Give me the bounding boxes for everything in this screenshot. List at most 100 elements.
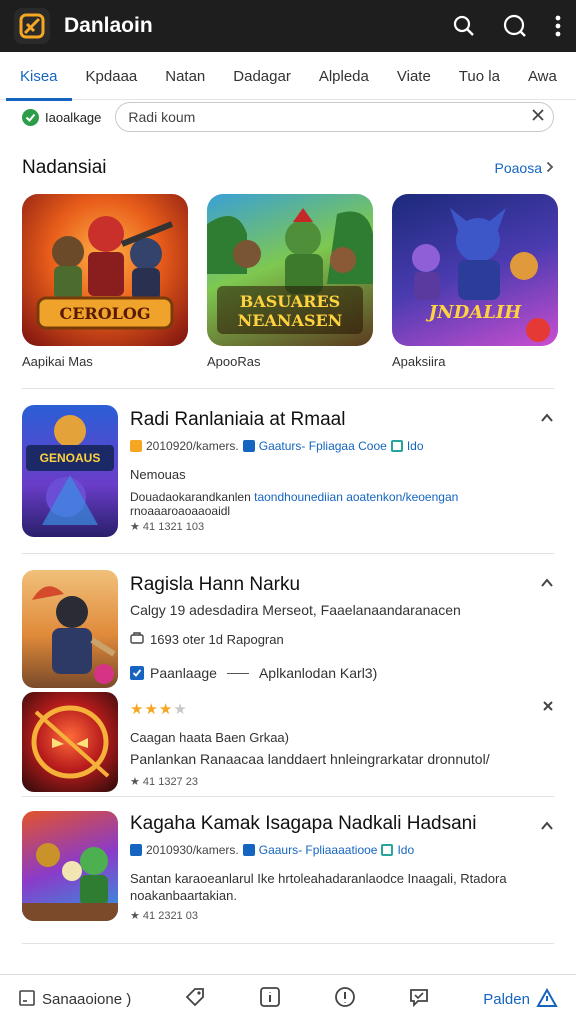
app-title: Kagaha Kamak Isagapa Nadkali Hadsani bbox=[130, 813, 477, 834]
featured-card[interactable]: JNDALIH Apaksiira bbox=[392, 194, 558, 370]
tab-7[interactable]: Awa bbox=[514, 52, 571, 100]
tab-0[interactable]: Kisea bbox=[6, 52, 72, 101]
check-circle-icon bbox=[22, 108, 39, 126]
list-item[interactable]: GENOAUS Radi Ranlaniaia at Rmaal 2010920… bbox=[0, 389, 576, 553]
featured-card[interactable]: BASUARES NEANASEN ApooRas bbox=[207, 194, 373, 370]
separator-line bbox=[226, 672, 249, 674]
page-icon bbox=[18, 989, 36, 1011]
bottom-nav-left[interactable]: Sanaaoione ) bbox=[18, 989, 131, 1011]
meta-left: 2010920/kamers. bbox=[146, 439, 239, 453]
app-title: Ragisla Hann Narku bbox=[130, 574, 301, 595]
featured-art-image: CEROLOG bbox=[22, 194, 188, 346]
list-item[interactable]: ★★★★ Caagan haata Baen Grkaa) Panlankan … bbox=[0, 684, 576, 796]
info-circle-icon[interactable] bbox=[334, 986, 356, 1013]
app-description: Douadaokarandkanlen taondhounediian aoat… bbox=[130, 490, 554, 504]
section-header: Nadansiai Poaosa bbox=[22, 150, 554, 186]
star-rating: ★★★★ bbox=[130, 701, 188, 718]
checkbox-icon bbox=[130, 844, 142, 856]
verified-label: Iaoalkage bbox=[45, 109, 102, 125]
alert-triangle-icon bbox=[536, 987, 558, 1012]
tab-6[interactable]: Tuo la bbox=[445, 52, 514, 100]
featured-label: Aapikai Mas bbox=[22, 354, 93, 369]
app-rating: ★ 41 2321 03 bbox=[130, 910, 198, 922]
close-icon[interactable] bbox=[542, 696, 554, 717]
app-title: Danlaoin bbox=[64, 14, 153, 37]
search-alt-icon[interactable] bbox=[502, 13, 528, 39]
tab-2[interactable]: Natan bbox=[151, 52, 219, 100]
search-icon[interactable] bbox=[452, 14, 476, 38]
bottom-nav-right[interactable]: Palden bbox=[483, 987, 558, 1012]
tag-icon bbox=[390, 440, 403, 452]
app-line-1: Calgy 19 adesdadira Merseot, Faaelanaand… bbox=[130, 602, 461, 618]
link-icon bbox=[242, 844, 255, 856]
search-input[interactable] bbox=[128, 109, 531, 125]
top-app-bar: Danlaoin bbox=[0, 0, 576, 52]
section-title: Nadansiai bbox=[22, 157, 107, 178]
app-rating: ★ 41 1321 103 bbox=[130, 521, 205, 533]
tag-icon[interactable] bbox=[184, 986, 206, 1013]
meta-badge: Ido bbox=[397, 843, 415, 857]
thumbnail-text: GENOAUS bbox=[39, 451, 101, 465]
list-item[interactable]: Ragisla Hann Narku Calgy 19 adesdadira M… bbox=[0, 554, 576, 688]
app-thumbnail bbox=[22, 692, 118, 792]
meta-link[interactable]: Gaaturs- Fpliagaa Cooe bbox=[259, 439, 387, 453]
featured-art-text: JNDALIH bbox=[428, 302, 522, 323]
info-box-icon[interactable] bbox=[259, 986, 281, 1013]
bottom-right-label: Palden bbox=[483, 991, 530, 1008]
featured-card[interactable]: CEROLOG Aapikai Mas bbox=[22, 194, 188, 370]
app-line-2-text: 1693 oter 1d Rapogran bbox=[150, 632, 284, 647]
category-tabs: Kisea Kpdaaa Natan Dadagar Alpleda Viate… bbox=[0, 52, 576, 101]
tab-1[interactable]: Kpdaaa bbox=[72, 52, 152, 100]
filter-row: Iaoalkage bbox=[0, 100, 576, 134]
app-thumbnail bbox=[22, 570, 118, 688]
check-label: Paanlaage bbox=[150, 665, 217, 681]
desc-part-b[interactable]: taondhounediian aoatenkon/keoengan bbox=[254, 490, 458, 504]
app-list: GENOAUS Radi Ranlaniaia at Rmaal 2010920… bbox=[0, 388, 576, 944]
check-extra: Aplkanlodan Karl3) bbox=[258, 665, 378, 681]
featured-label: Apaksiira bbox=[392, 354, 446, 369]
bottom-left-label: Sanaaoione ) bbox=[42, 991, 132, 1008]
chevron-up-icon[interactable] bbox=[540, 407, 554, 428]
app-subtitle: Nemouas bbox=[130, 467, 186, 482]
link-icon bbox=[242, 440, 255, 452]
see-more-link[interactable]: Poaosa bbox=[495, 160, 554, 176]
chevron-right-icon bbox=[546, 160, 554, 176]
meta-badge: Ido bbox=[406, 439, 424, 453]
search-box[interactable] bbox=[115, 102, 554, 132]
featured-art-text: BASUARES NEANASEN bbox=[237, 292, 343, 330]
chevron-up-icon[interactable] bbox=[540, 815, 554, 836]
clear-icon[interactable] bbox=[531, 108, 545, 127]
meta-left: 2010930/kamers. bbox=[146, 843, 239, 857]
app-description: Santan karaoeanlarul Ike hrtoleahadaranl… bbox=[130, 871, 507, 886]
app-line-2: 1693 oter 1d Rapogran bbox=[130, 632, 554, 647]
tab-3[interactable]: Dadagar bbox=[219, 52, 305, 100]
app-description-2: rnoaaaroaoaaoaidl bbox=[130, 504, 231, 518]
app-description: Panlankan Ranaacaa landdaert hnleingrark… bbox=[130, 751, 490, 767]
app-logo-icon[interactable] bbox=[14, 8, 50, 44]
see-more-label: Poaosa bbox=[494, 160, 542, 176]
app-meta: 2010930/kamers. Gaaurs- Fpliaaaatiooe Id… bbox=[130, 843, 554, 857]
desc-part-a: Douadaokarandkanlen bbox=[130, 490, 251, 504]
meta-link[interactable]: Gaaurs- Fpliaaaatiooe bbox=[259, 843, 378, 857]
tab-5[interactable]: Viate bbox=[383, 52, 445, 100]
featured-label: ApooRas bbox=[207, 354, 261, 369]
chevron-up-icon[interactable] bbox=[540, 572, 554, 593]
featured-art-image: BASUARES NEANASEN bbox=[207, 194, 373, 346]
tab-4[interactable]: Alpleda bbox=[305, 52, 383, 100]
download-icon bbox=[130, 632, 144, 647]
checkbox-icon[interactable] bbox=[130, 666, 144, 680]
divider bbox=[22, 943, 554, 944]
featured-art-image: JNDALIH bbox=[392, 194, 558, 346]
app-title: Radi Ranlaniaia at Rmaal bbox=[130, 409, 346, 430]
list-item[interactable]: Kagaha Kamak Isagapa Nadkali Hadsani 201… bbox=[0, 797, 576, 943]
app-thumbnail: GENOAUS bbox=[22, 405, 118, 537]
app-thumbnail bbox=[22, 811, 118, 921]
badge-icon bbox=[130, 440, 142, 452]
bottom-nav: Sanaaoione ) Palden bbox=[0, 974, 576, 1024]
featured-carousel: CEROLOG Aapikai Mas BASUARES NEANASEN Ap… bbox=[22, 194, 558, 370]
tag-icon bbox=[381, 844, 394, 856]
chat-icon[interactable] bbox=[408, 986, 430, 1013]
verified-filter[interactable]: Iaoalkage bbox=[22, 108, 102, 126]
featured-art-text: CEROLOG bbox=[59, 304, 151, 323]
more-vert-icon[interactable] bbox=[554, 14, 562, 38]
